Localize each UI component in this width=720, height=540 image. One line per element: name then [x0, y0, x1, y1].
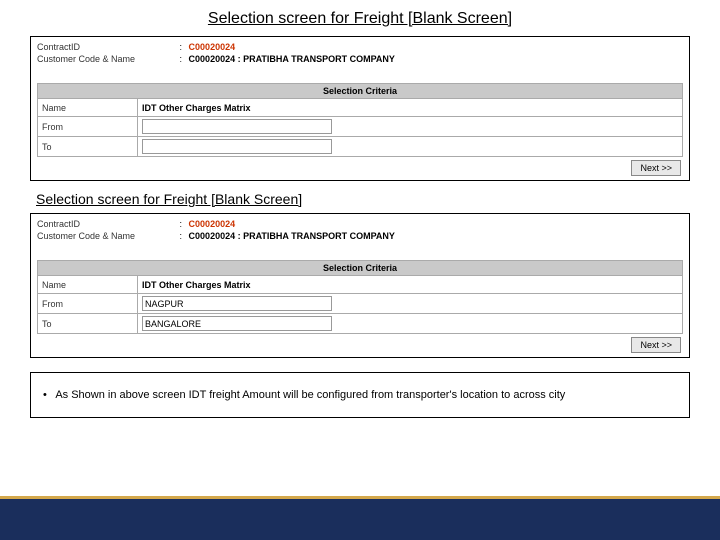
screenshot-filled: ContractID : C00020024 Customer Code & N…	[30, 213, 690, 358]
name-label: Name	[38, 276, 138, 294]
criteria-heading: Selection Criteria	[38, 261, 683, 276]
to-label: To	[38, 137, 138, 157]
to-input[interactable]	[142, 139, 332, 154]
from-input[interactable]	[142, 119, 332, 134]
customer-label: Customer Code & Name	[37, 231, 177, 241]
name-label: Name	[38, 99, 138, 117]
footer-bar	[0, 496, 720, 540]
name-value: IDT Other Charges Matrix	[138, 99, 683, 117]
page-title: Selection screen for Freight [Blank Scre…	[0, 0, 720, 36]
contract-id-value: C00020024	[189, 42, 236, 52]
name-value: IDT Other Charges Matrix	[138, 276, 683, 294]
customer-label: Customer Code & Name	[37, 54, 177, 64]
from-label: From	[38, 117, 138, 137]
customer-value: C00020024 : PRATIBHA TRANSPORT COMPANY	[189, 231, 395, 241]
note-text: As Shown in above screen IDT freight Amo…	[55, 389, 565, 401]
contract-id-row: ContractID : C00020024	[37, 41, 683, 53]
screenshot-blank: ContractID : C00020024 Customer Code & N…	[30, 36, 690, 181]
from-input[interactable]	[142, 296, 332, 311]
customer-row: Customer Code & Name : C00020024 : PRATI…	[37, 53, 683, 65]
contract-id-label: ContractID	[37, 42, 177, 52]
next-button[interactable]: Next >>	[631, 337, 681, 353]
criteria-table: Selection Criteria Name IDT Other Charge…	[37, 83, 683, 157]
section-title: Selection screen for Freight [Blank Scre…	[36, 191, 720, 207]
next-button[interactable]: Next >>	[631, 160, 681, 176]
contract-id-value: C00020024	[189, 219, 236, 229]
from-label: From	[38, 294, 138, 314]
note-block: • As Shown in above screen IDT freight A…	[30, 372, 690, 418]
contract-id-label: ContractID	[37, 219, 177, 229]
contract-id-row: ContractID : C00020024	[37, 218, 683, 230]
criteria-heading: Selection Criteria	[38, 84, 683, 99]
bullet-icon: •	[43, 389, 47, 401]
to-label: To	[38, 314, 138, 334]
criteria-table: Selection Criteria Name IDT Other Charge…	[37, 260, 683, 334]
customer-row: Customer Code & Name : C00020024 : PRATI…	[37, 230, 683, 242]
customer-value: C00020024 : PRATIBHA TRANSPORT COMPANY	[189, 54, 395, 64]
to-input[interactable]	[142, 316, 332, 331]
